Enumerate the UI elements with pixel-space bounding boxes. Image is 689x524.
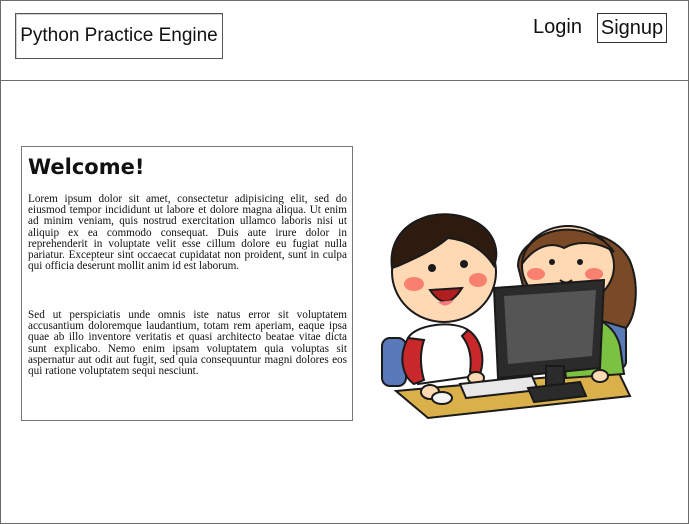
girl-cheek-left [527,268,545,280]
girl-eye-right [577,259,583,265]
welcome-title: Welcome! [28,155,145,179]
boy-eye-right [460,260,468,268]
boy-cheek-right [469,273,487,287]
top-bar: Python Practice Engine Login Signup [0,0,689,81]
welcome-panel: Welcome! Lorem ipsum dolor sit amet, con… [21,146,353,421]
boy-eye-left [428,264,436,272]
monitor-screen [504,290,596,364]
login-link[interactable]: Login [533,16,582,39]
signup-button[interactable]: Signup [597,13,667,43]
site-logo[interactable]: Python Practice Engine [15,13,223,59]
girl-hand [591,369,609,383]
girl-cheek-right [585,268,603,280]
girl-eye-left [549,259,555,265]
welcome-paragraph-1: Lorem ipsum dolor sit amet, consectetur … [28,193,347,273]
boy-cheek-left [404,277,424,291]
welcome-paragraph-2: Sed ut perspiciatis unde omnis iste natu… [28,309,347,378]
kids-at-computer-illustration [381,213,637,420]
mouse [431,391,453,405]
